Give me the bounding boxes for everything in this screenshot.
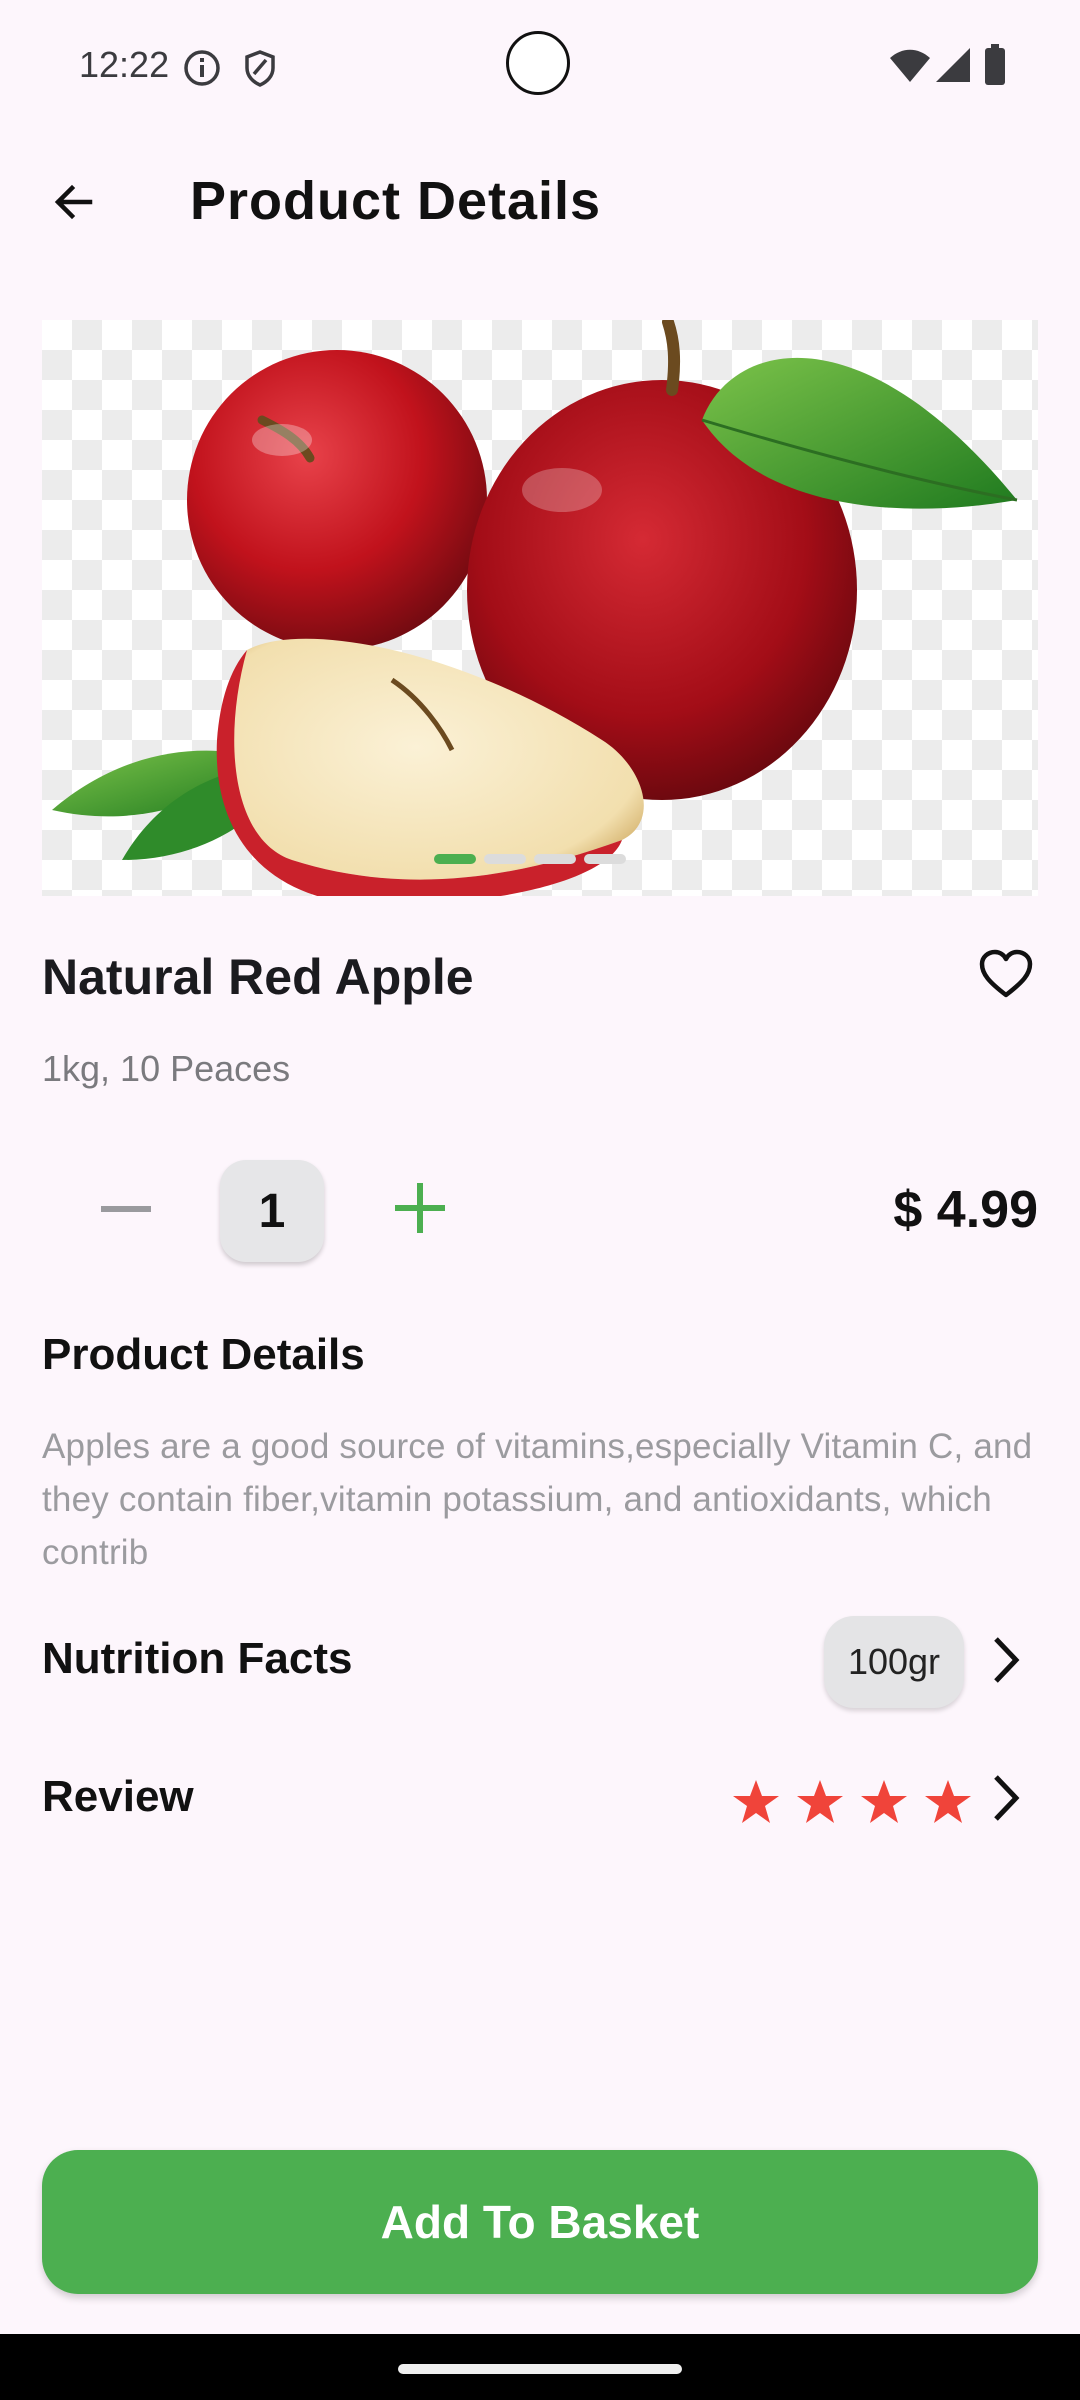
review-expand-button[interactable] xyxy=(976,1760,1036,1840)
info-icon xyxy=(182,48,222,88)
status-time: 12:22 xyxy=(79,44,170,85)
star-icon xyxy=(925,1780,971,1823)
quantity-value: 1 xyxy=(220,1160,324,1262)
rating-stars xyxy=(728,1774,976,1830)
star-icon xyxy=(797,1780,843,1823)
carousel-dot[interactable] xyxy=(434,854,476,864)
wifi-icon xyxy=(888,46,932,86)
decrease-quantity-button[interactable] xyxy=(86,1170,166,1250)
add-to-basket-button[interactable]: Add To Basket xyxy=(42,2150,1038,2294)
chevron-right-icon xyxy=(991,1773,1021,1828)
apple-illustration xyxy=(52,320,1018,896)
back-button[interactable] xyxy=(38,168,110,240)
page-title: Product Details xyxy=(190,171,602,231)
signal-icon xyxy=(934,46,972,84)
battery-icon xyxy=(984,44,1006,86)
details-description: Apples are a good source of vitamins,esp… xyxy=(42,1427,1033,1572)
home-indicator[interactable] xyxy=(398,2364,682,2374)
camera-cutout xyxy=(506,31,570,95)
carousel-dot[interactable] xyxy=(484,854,526,864)
plus-icon xyxy=(395,1182,445,1238)
carousel-indicator[interactable] xyxy=(434,854,626,866)
nutrition-badge: 100gr xyxy=(824,1616,964,1708)
chevron-right-icon xyxy=(991,1635,1021,1690)
product-price: $ 4.99 xyxy=(893,1181,1038,1239)
nutrition-expand-button[interactable] xyxy=(976,1622,1036,1702)
product-name: Natural Red Apple xyxy=(42,949,474,1005)
minus-icon xyxy=(101,1201,151,1219)
product-subtitle: 1kg, 10 Peaces xyxy=(42,1048,291,1089)
details-heading: Product Details xyxy=(42,1330,365,1379)
increase-quantity-button[interactable] xyxy=(380,1170,460,1250)
star-icon xyxy=(733,1780,779,1823)
product-image[interactable] xyxy=(42,320,1038,896)
carousel-dot[interactable] xyxy=(534,854,576,864)
favorite-button[interactable] xyxy=(970,940,1042,1012)
heart-outline-icon xyxy=(979,949,1033,1004)
arrow-left-icon xyxy=(50,178,98,231)
nutrition-heading[interactable]: Nutrition Facts xyxy=(42,1634,352,1684)
carousel-dot[interactable] xyxy=(584,854,626,864)
review-heading[interactable]: Review xyxy=(42,1772,194,1822)
star-icon xyxy=(861,1780,907,1823)
shield-icon xyxy=(240,48,280,88)
